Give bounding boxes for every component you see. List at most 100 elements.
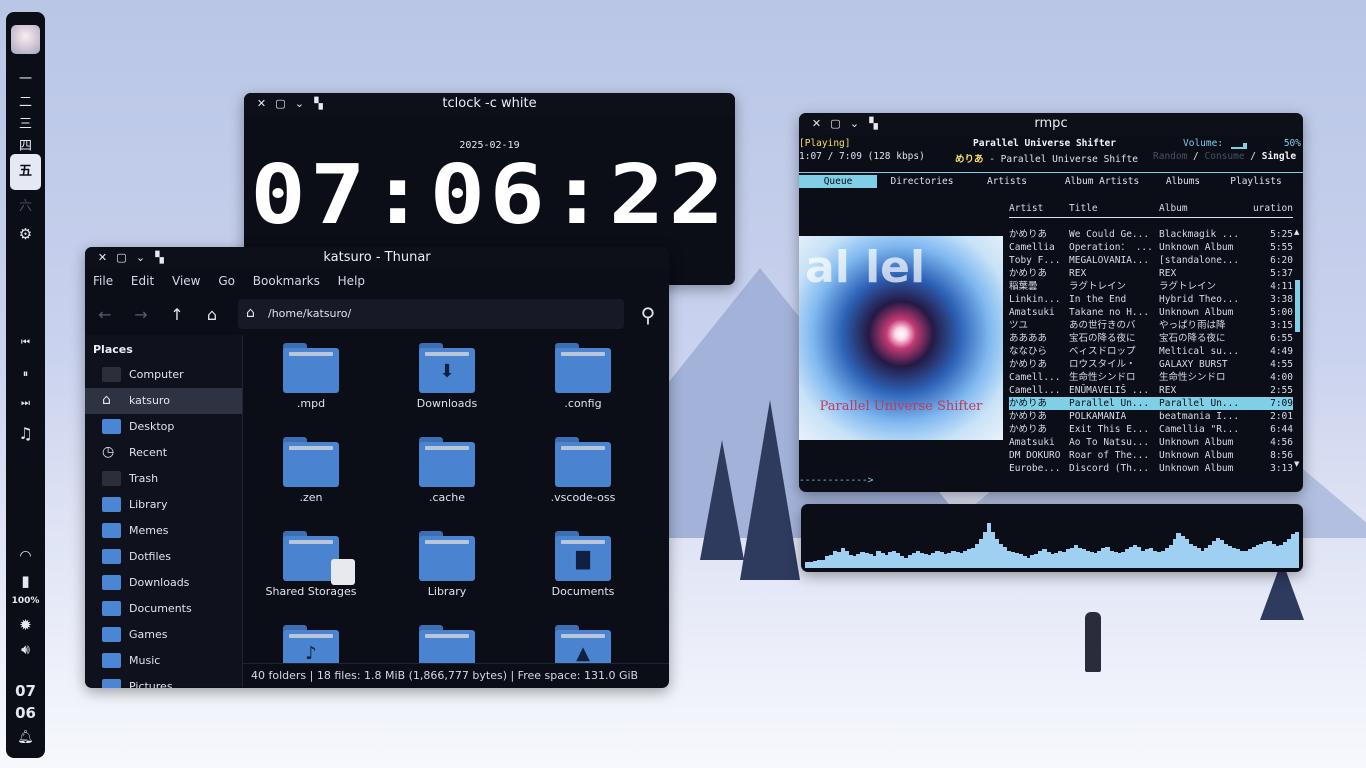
queue-row[interactable]: Amatsuki Ao To Natsu... Unknown Album 4:56 — [1009, 436, 1293, 449]
thunar-titlebar[interactable]: ✕ ▢ ⌄ ▚ katsuro - Thunar — [85, 247, 669, 269]
col-duration[interactable]: uration — [1253, 203, 1293, 214]
queue-row[interactable]: 稲葉曇 ラグトレイン ラグトレイン 4:11 — [1009, 280, 1293, 293]
queue-row[interactable]: かめりあ We Could Ge... Blackmagik ... 5:25 — [1009, 228, 1293, 241]
scroll-up-icon[interactable]: ▲ — [1294, 228, 1299, 236]
sidebar-item-documents[interactable]: Documents — [85, 596, 242, 622]
sidebar-item-trash[interactable]: Trash — [85, 466, 242, 492]
bell-icon[interactable]: 🔔︎ — [6, 730, 45, 745]
back-icon[interactable]: ← — [93, 303, 117, 327]
location-bar[interactable]: ⌂ /home/katsuro/ — [238, 299, 624, 329]
queue-row[interactable]: Eurobe... Discord (Th... Unknown Album 3:13 — [1009, 462, 1293, 475]
file-item[interactable]: .cache — [387, 437, 507, 504]
file-item[interactable] — [387, 625, 507, 663]
sidebar-item-katsuro[interactable]: ⌂ katsuro — [85, 388, 242, 414]
queue-row[interactable]: かめりあ Exit This E... Camellia "R... 6:44 — [1009, 423, 1293, 436]
queue-row[interactable]: Camellia Operation： ... Unknown Album 5:55 — [1009, 241, 1293, 254]
queue-duration: 4:49 — [1270, 346, 1293, 357]
sidebar-item-memes[interactable]: Memes — [85, 518, 242, 544]
scroll-thumb[interactable] — [1295, 280, 1300, 332]
queue-row[interactable]: Toby F... MEGALOVANIA... [standalone... 6:2… — [1009, 254, 1293, 267]
file-item[interactable]: .mpd — [251, 343, 371, 410]
workspace-2-button[interactable]: 二 — [6, 91, 45, 110]
menu-go[interactable]: Go — [218, 274, 235, 288]
file-item[interactable]: .zen — [251, 437, 371, 504]
settings-icon[interactable]: ⚙ — [6, 225, 45, 243]
menu-help[interactable]: Help — [338, 274, 365, 288]
workspace-6-button[interactable]: 六 — [6, 195, 45, 214]
menu-file[interactable]: File — [93, 274, 113, 288]
sidebar-item-desktop[interactable]: Desktop — [85, 414, 242, 440]
tab-albums[interactable]: Albums — [1157, 175, 1209, 188]
sidebar-item-library[interactable]: Library — [85, 492, 242, 518]
file-item[interactable]: ▇ Documents — [523, 531, 643, 598]
queue-artist: Toby F... — [1009, 255, 1061, 266]
workspace-5-button[interactable]: 五 — [10, 154, 41, 190]
queue-row[interactable]: かめりあ POLKAMANIA beatmania I... 2:01 — [1009, 410, 1293, 423]
queue-row[interactable]: ああああ 宝石の降る夜に 宝石の降る夜に 6:55 — [1009, 332, 1293, 345]
file-item[interactable]: .vscode-oss — [523, 437, 643, 504]
col-artist[interactable]: Artist — [1009, 203, 1043, 214]
file-item[interactable]: ♪ — [251, 625, 371, 663]
search-icon[interactable]: ⚲ — [636, 303, 660, 327]
sidebar-item-pictures[interactable]: Pictures — [85, 674, 242, 688]
file-item[interactable]: Shared Storages — [251, 531, 371, 598]
volume-bar[interactable] — [1231, 143, 1247, 149]
tab-artists[interactable]: Artists — [967, 175, 1047, 188]
previous-icon[interactable]: ⏮ — [6, 337, 45, 348]
queue-row[interactable]: かめりあ Parallel Un... Parallel Un... 7:09 — [1009, 397, 1293, 410]
queue-row[interactable]: ツユ あの世行きのバ やっぱり雨は降 3:15 — [1009, 319, 1293, 332]
file-item[interactable]: Library — [387, 531, 507, 598]
sidebar-item-downloads[interactable]: Downloads — [85, 570, 242, 596]
tab-album-artists[interactable]: Album Artists — [1047, 175, 1157, 188]
queue-row[interactable]: Amatsuki Takane no H... Unknown Album 5:00 — [1009, 306, 1293, 319]
tclock-titlebar[interactable]: ✕ ▢ ⌄ ▚ tclock -c white — [244, 93, 735, 115]
queue-row[interactable]: Camell... 生命性シンドロ 生命性シンドロ 4:00 — [1009, 371, 1293, 384]
col-title[interactable]: Title — [1069, 203, 1098, 214]
location-path[interactable]: /home/katsuro/ — [268, 307, 351, 320]
queue-row[interactable]: ななひら ベィスドロップ Meltical su... 4:49 — [1009, 345, 1293, 358]
home-icon[interactable]: ⌂ — [200, 303, 224, 327]
file-item[interactable]: .config — [523, 343, 643, 410]
menu-edit[interactable]: Edit — [131, 274, 154, 288]
tab-directories[interactable]: Directories — [877, 175, 967, 188]
scrollbar[interactable]: ▲ ▼ — [1294, 228, 1301, 468]
user-avatar[interactable] — [11, 25, 40, 54]
file-item[interactable]: ▲ — [523, 625, 643, 663]
queue-row[interactable]: かめりあ ロウスタイル・ GALAXY BURST 4:55 — [1009, 358, 1293, 371]
queue-row[interactable]: DM DOKURO Roar of The... Unknown Album 8:56 — [1009, 449, 1293, 462]
menu-bookmarks[interactable]: Bookmarks — [253, 274, 320, 288]
file-item[interactable]: ⬇ Downloads — [387, 343, 507, 410]
progress-bar[interactable]: ------------> — [799, 475, 873, 486]
volume-icon[interactable]: 🔊︎ — [6, 642, 45, 658]
queue-duration: 4:00 — [1270, 372, 1293, 383]
queue-row[interactable]: かめりあ REX REX 5:37 — [1009, 267, 1293, 280]
forward-icon[interactable]: → — [129, 303, 153, 327]
tab-queue[interactable]: Queue — [799, 175, 877, 188]
sidebar-item-games[interactable]: Games — [85, 622, 242, 648]
sidebar-item-computer[interactable]: Computer — [85, 362, 242, 388]
rmpc-titlebar[interactable]: ✕ ▢ ⌄ ▚ rmpc — [799, 113, 1303, 135]
menu-view[interactable]: View — [172, 274, 200, 288]
up-icon[interactable]: ↑ — [165, 303, 189, 327]
sidebar-item-recent[interactable]: ◷ Recent — [85, 440, 242, 466]
workspace-1-button[interactable]: 一 — [6, 68, 45, 87]
col-album[interactable]: Album — [1159, 203, 1188, 214]
queue-row[interactable]: Linkin... In the End Hybrid Theo... 3:38 — [1009, 293, 1293, 306]
music-icon[interactable]: ♫ — [6, 424, 45, 443]
scroll-down-icon[interactable]: ▼ — [1294, 460, 1299, 468]
queue-duration: 6:55 — [1270, 333, 1293, 344]
queue-title: Takane no H... — [1069, 307, 1150, 318]
home-icon: ⌂ — [102, 392, 111, 408]
pause-icon[interactable]: ⏸ — [6, 367, 45, 381]
volume-percent: 50% — [1283, 138, 1301, 149]
tab-playlists[interactable]: Playlists — [1209, 175, 1303, 188]
queue-row[interactable]: Camell... ENŪMAVELIŠ ... REX 2:55 — [1009, 384, 1293, 397]
brightness-icon[interactable]: ✹ — [6, 616, 45, 634]
workspace-3-button[interactable]: 三 — [6, 113, 45, 132]
sidebar-item-dotfiles[interactable]: Dotfiles — [85, 544, 242, 570]
sidebar-item-music[interactable]: Music — [85, 648, 242, 674]
workspace-4-button[interactable]: 四 — [6, 135, 45, 154]
next-icon[interactable]: ⏭ — [6, 398, 45, 409]
folder-icon — [102, 601, 121, 616]
wifi-icon[interactable]: ◠ — [6, 548, 45, 564]
